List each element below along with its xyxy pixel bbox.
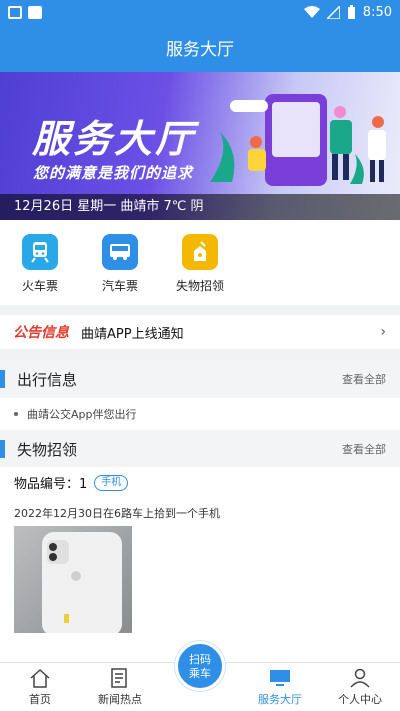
quick-item-label: 火车票 <box>21 279 58 293</box>
travel-list-item[interactable]: 曲靖公交App伴您出行 <box>0 398 400 430</box>
nav-label: 首页 <box>29 693 51 706</box>
scan-label-line1: 扫码 <box>189 653 211 666</box>
lost-item-photo[interactable] <box>14 526 132 633</box>
quick-item-label: 汽车票 <box>101 279 138 293</box>
chevron-right-icon: › <box>380 324 386 340</box>
scan-label-line2: 乘车 <box>189 667 211 680</box>
lost-item-description: 2022年12月30日在6路车上拾到一个手机 <box>14 507 220 520</box>
banner-slogan: 您的满意是我们的追求 <box>33 164 194 182</box>
page-title: 服务大厅 <box>166 40 234 60</box>
travel-item-text: 曲靖公交App伴您出行 <box>27 408 137 421</box>
section-accent-bar <box>0 370 5 388</box>
notice-text: 曲靖APP上线通知 <box>81 326 184 342</box>
nav-label: 新闻热点 <box>98 693 142 706</box>
banner[interactable]: 服务大厅 您的满意是我们的追求 12月26日 星期一 曲靖市 7℃ 阴 <box>0 72 400 220</box>
train-icon <box>22 234 58 270</box>
service-illustration <box>210 94 386 186</box>
nav-service-hall[interactable]: 服务大厅 <box>240 663 320 711</box>
lost-item-card[interactable]: 物品编号：1 手机 2022年12月30日在6路车上拾到一个手机 <box>0 467 400 662</box>
monitor-icon <box>270 670 290 686</box>
quick-item-label: 失物招领 <box>175 279 224 293</box>
home-icon <box>30 668 50 688</box>
banner-headline: 服务大厅 <box>32 117 197 161</box>
section-header-lost-found: 失物招领 查看全部 <box>0 430 400 468</box>
scan-to-ride-button[interactable]: 扫码 乘车 <box>175 641 225 691</box>
bullet-icon <box>14 412 18 416</box>
quick-item-train-ticket[interactable]: 火车票 <box>0 220 80 305</box>
quick-item-bus-ticket[interactable]: 汽车票 <box>80 220 160 305</box>
section-header-travel: 出行信息 查看全部 <box>0 360 400 398</box>
nav-profile[interactable]: 个人中心 <box>320 663 400 711</box>
bus-icon <box>102 234 138 270</box>
nav-home[interactable]: 首页 <box>0 663 80 711</box>
quick-item-lost-found[interactable]: 失物招领 <box>160 220 240 305</box>
view-all-lost-link[interactable]: 查看全部 <box>342 441 386 457</box>
section-accent-bar <box>0 440 5 458</box>
category-badge: 手机 <box>94 474 129 491</box>
quick-menu: 火车票 汽车票 失物招领 <box>0 220 400 305</box>
lost-found-icon <box>182 234 218 270</box>
status-time: 8:50 <box>362 4 392 20</box>
nav-label: 服务大厅 <box>258 693 302 706</box>
battery-icon <box>347 5 355 19</box>
notice-tag: 公告信息 <box>13 325 69 341</box>
section-title: 失物招领 <box>17 440 78 459</box>
gallery-notification-icon <box>8 5 22 19</box>
person-icon <box>350 668 370 688</box>
notice-bar[interactable]: 公告信息 曲靖APP上线通知 › <box>0 315 400 349</box>
section-title: 出行信息 <box>17 370 78 389</box>
banner-date-weather: 12月26日 星期一 曲靖市 7℃ 阴 <box>0 194 400 220</box>
nav-label: 个人中心 <box>338 693 382 706</box>
app-notification-icon <box>28 5 42 19</box>
nav-news[interactable]: 新闻热点 <box>80 663 160 711</box>
wifi-icon <box>303 5 320 18</box>
item-number: 物品编号：1 <box>14 477 88 492</box>
signal-icon <box>326 5 340 19</box>
news-icon <box>111 668 127 688</box>
top-bar: 8:50 服务大厅 <box>0 0 400 72</box>
status-bar: 8:50 <box>0 0 400 24</box>
view-all-travel-link[interactable]: 查看全部 <box>342 371 386 387</box>
